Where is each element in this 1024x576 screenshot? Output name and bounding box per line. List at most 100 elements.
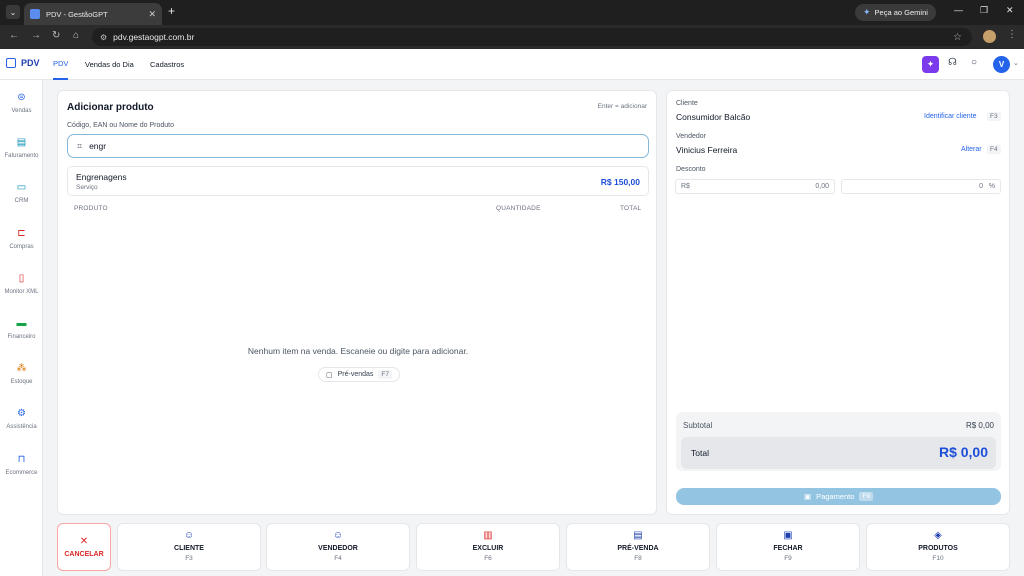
vendedor-label: Vendedor — [676, 133, 706, 140]
trash-icon: ▥ — [483, 530, 493, 541]
pre-vendas-button[interactable]: ▢ Pré-vendas F7 — [318, 367, 401, 382]
forward-icon[interactable]: → — [31, 30, 41, 41]
close-window-icon[interactable]: ✕ — [1006, 5, 1014, 16]
app-header: PDV PDV Vendas do Dia Cadastros ✦ ☊ ○ V … — [0, 49, 1024, 80]
tab-search-icon[interactable]: ⌄ — [6, 5, 20, 19]
ai-assistant-icon[interactable]: ✦ — [922, 56, 939, 73]
cliente-key: F3 — [987, 112, 1001, 121]
subtotal-value: R$ 0,00 — [965, 421, 994, 430]
total-value: R$ 0,00 — [938, 444, 988, 460]
desconto-valor: 0,00 — [815, 183, 829, 190]
minimize-icon[interactable]: — — [954, 5, 963, 15]
cancelar-label: CANCELAR — [64, 551, 104, 558]
wallet-icon: ▣ — [783, 530, 793, 541]
file-xml-icon: ▯ — [18, 273, 25, 284]
cliente-button[interactable]: ☺ CLIENTE F3 — [117, 523, 261, 571]
sidebar: ⊜ Vendas ▤ Faturamento ▭ CRM ⊏ Compras ▯… — [0, 80, 43, 576]
produtos-button[interactable]: ◈ PRODUTOS F10 — [866, 523, 1010, 571]
close-icon: ✕ — [79, 536, 89, 547]
url-text: pdv.gestaogpt.com.br — [113, 32, 195, 42]
payment-icon: ▣ — [803, 492, 812, 501]
vendedor-key: F4 — [987, 145, 1001, 154]
sidebar-item-faturamento[interactable]: ▤ Faturamento — [0, 137, 43, 159]
clipboard-list-icon: ▤ — [633, 530, 643, 541]
brand-logo[interactable]: PDV — [6, 58, 40, 68]
cliente-action-key: F3 — [185, 555, 193, 562]
sale-info-panel: Cliente Consumidor Balcão Identificar cl… — [666, 90, 1010, 515]
pre-venda-button[interactable]: ▤ PRÉ-VENDA F8 — [566, 523, 710, 571]
vendedor-button[interactable]: ☺ VENDEDOR F4 — [266, 523, 410, 571]
basket-icon: ⊜ — [17, 92, 26, 103]
identificar-cliente-link[interactable]: Identificar cliente — [924, 113, 977, 120]
new-tab-icon[interactable]: + — [168, 4, 175, 18]
cancelar-button[interactable]: ✕ CANCELAR — [57, 523, 111, 571]
bookmark-star-icon[interactable]: ☆ — [953, 32, 962, 43]
add-product-panel: Adicionar produto Enter = adicionar Códi… — [57, 90, 657, 515]
close-tab-icon[interactable]: ✕ — [148, 9, 156, 20]
total-box: Total R$ 0,00 — [681, 437, 996, 469]
pdv-icon — [6, 58, 16, 68]
pagamento-key: F9 — [859, 492, 874, 501]
maximize-icon[interactable]: ❐ — [980, 5, 988, 16]
browser-menu-icon[interactable]: ⋮ — [1007, 29, 1017, 40]
chevron-down-icon[interactable]: ⌄ — [1013, 59, 1019, 67]
browser-tab[interactable]: PDV - GestãoGPT ✕ — [24, 3, 162, 25]
user-avatar[interactable]: V — [993, 56, 1010, 73]
enter-hint: Enter = adicionar — [597, 103, 647, 110]
tab-title: PDV - GestãoGPT — [46, 9, 108, 19]
product-search-input[interactable]: ⌗ engr — [67, 134, 649, 158]
excluir-action-key: F6 — [484, 555, 492, 562]
suggestion-name: Engrenagens — [76, 172, 127, 182]
produtos-action-label: PRODUTOS — [918, 545, 958, 552]
product-suggestion[interactable]: Engrenagens Serviço R$ 150,00 — [67, 166, 649, 196]
sidebar-item-ecommerce[interactable]: ⊓ Ecommerce — [0, 454, 43, 476]
pagamento-label: Pagamento — [816, 492, 855, 501]
vendedor-action-label: VENDEDOR — [318, 545, 358, 552]
user-check-icon: ☺ — [332, 530, 344, 541]
pagamento-button[interactable]: ▣ Pagamento F9 — [676, 488, 1001, 505]
excluir-button[interactable]: ▥ EXCLUIR F6 — [416, 523, 560, 571]
sidebar-item-assistencia[interactable]: ⚙ Assistência — [0, 408, 43, 430]
desconto-percent-input[interactable]: 0 % — [841, 179, 1001, 194]
desconto-valor-input[interactable]: R$ 0,00 — [675, 179, 835, 194]
sidebar-item-estoque[interactable]: ⁂ Estoque — [0, 363, 43, 385]
sidebar-item-compras[interactable]: ⊏ Compras — [0, 228, 43, 250]
back-icon[interactable]: ← — [9, 30, 19, 41]
sidebar-item-crm[interactable]: ▭ CRM — [0, 182, 43, 204]
nav-pdv[interactable]: PDV — [53, 49, 69, 80]
home-icon[interactable]: ⌂ — [73, 30, 79, 41]
boxes-icon: ⁂ — [16, 363, 27, 374]
browser-tabbar: ⌄ PDV - GestãoGPT ✕ + ✦ Peça ao Gemini —… — [0, 0, 1024, 25]
fechar-button[interactable]: ▣ FECHAR F9 — [716, 523, 860, 571]
site-info-icon[interactable]: ⚙ — [100, 33, 107, 42]
alterar-vendedor-link[interactable]: Alterar — [961, 146, 982, 153]
column-quantidade: QUANTIDADE — [496, 205, 541, 212]
user-icon: ☺ — [183, 530, 195, 541]
desconto-label: Desconto — [676, 166, 706, 173]
gemini-button[interactable]: ✦ Peça ao Gemini — [855, 4, 936, 21]
chat-bubble-icon[interactable]: ○ — [971, 57, 977, 68]
bag-icon: ⊓ — [17, 454, 26, 465]
brand-label: PDV — [21, 58, 40, 68]
profile-avatar[interactable] — [983, 30, 996, 43]
tag-icon: ◈ — [934, 530, 942, 541]
excluir-action-label: EXCLUIR — [472, 545, 504, 552]
barcode-scan-icon[interactable]: ⌗ — [77, 141, 82, 152]
vendedor-action-key: F4 — [334, 555, 342, 562]
sidebar-item-financeiro[interactable]: ▬ Financeiro — [0, 318, 43, 340]
sidebar-item-vendas[interactable]: ⊜ Vendas — [0, 92, 43, 114]
headset-icon[interactable]: ☊ — [948, 57, 957, 68]
sale-summary: Subtotal R$ 0,00 Total R$ 0,00 — [676, 412, 1001, 471]
address-bar[interactable]: ⚙ pdv.gestaogpt.com.br ☆ — [92, 28, 972, 46]
nav-vendas-do-dia[interactable]: Vendas do Dia — [85, 49, 134, 80]
nav-cadastros[interactable]: Cadastros — [150, 49, 184, 80]
reload-icon[interactable]: ↻ — [52, 30, 60, 41]
search-value: engr — [89, 141, 107, 151]
sidebar-item-monitor-xml[interactable]: ▯ Monitor XML — [0, 273, 43, 295]
panel-title: Adicionar produto — [67, 102, 154, 113]
document-icon: ▤ — [16, 137, 27, 148]
browser-toolbar: ← → ↻ ⌂ ⚙ pdv.gestaogpt.com.br ☆ ⋮ — [0, 25, 1024, 49]
empty-sale-message: Nenhum item na venda. Escaneie ou digite… — [247, 346, 469, 356]
fechar-action-label: FECHAR — [773, 545, 803, 552]
column-produto: PRODUTO — [74, 205, 108, 212]
